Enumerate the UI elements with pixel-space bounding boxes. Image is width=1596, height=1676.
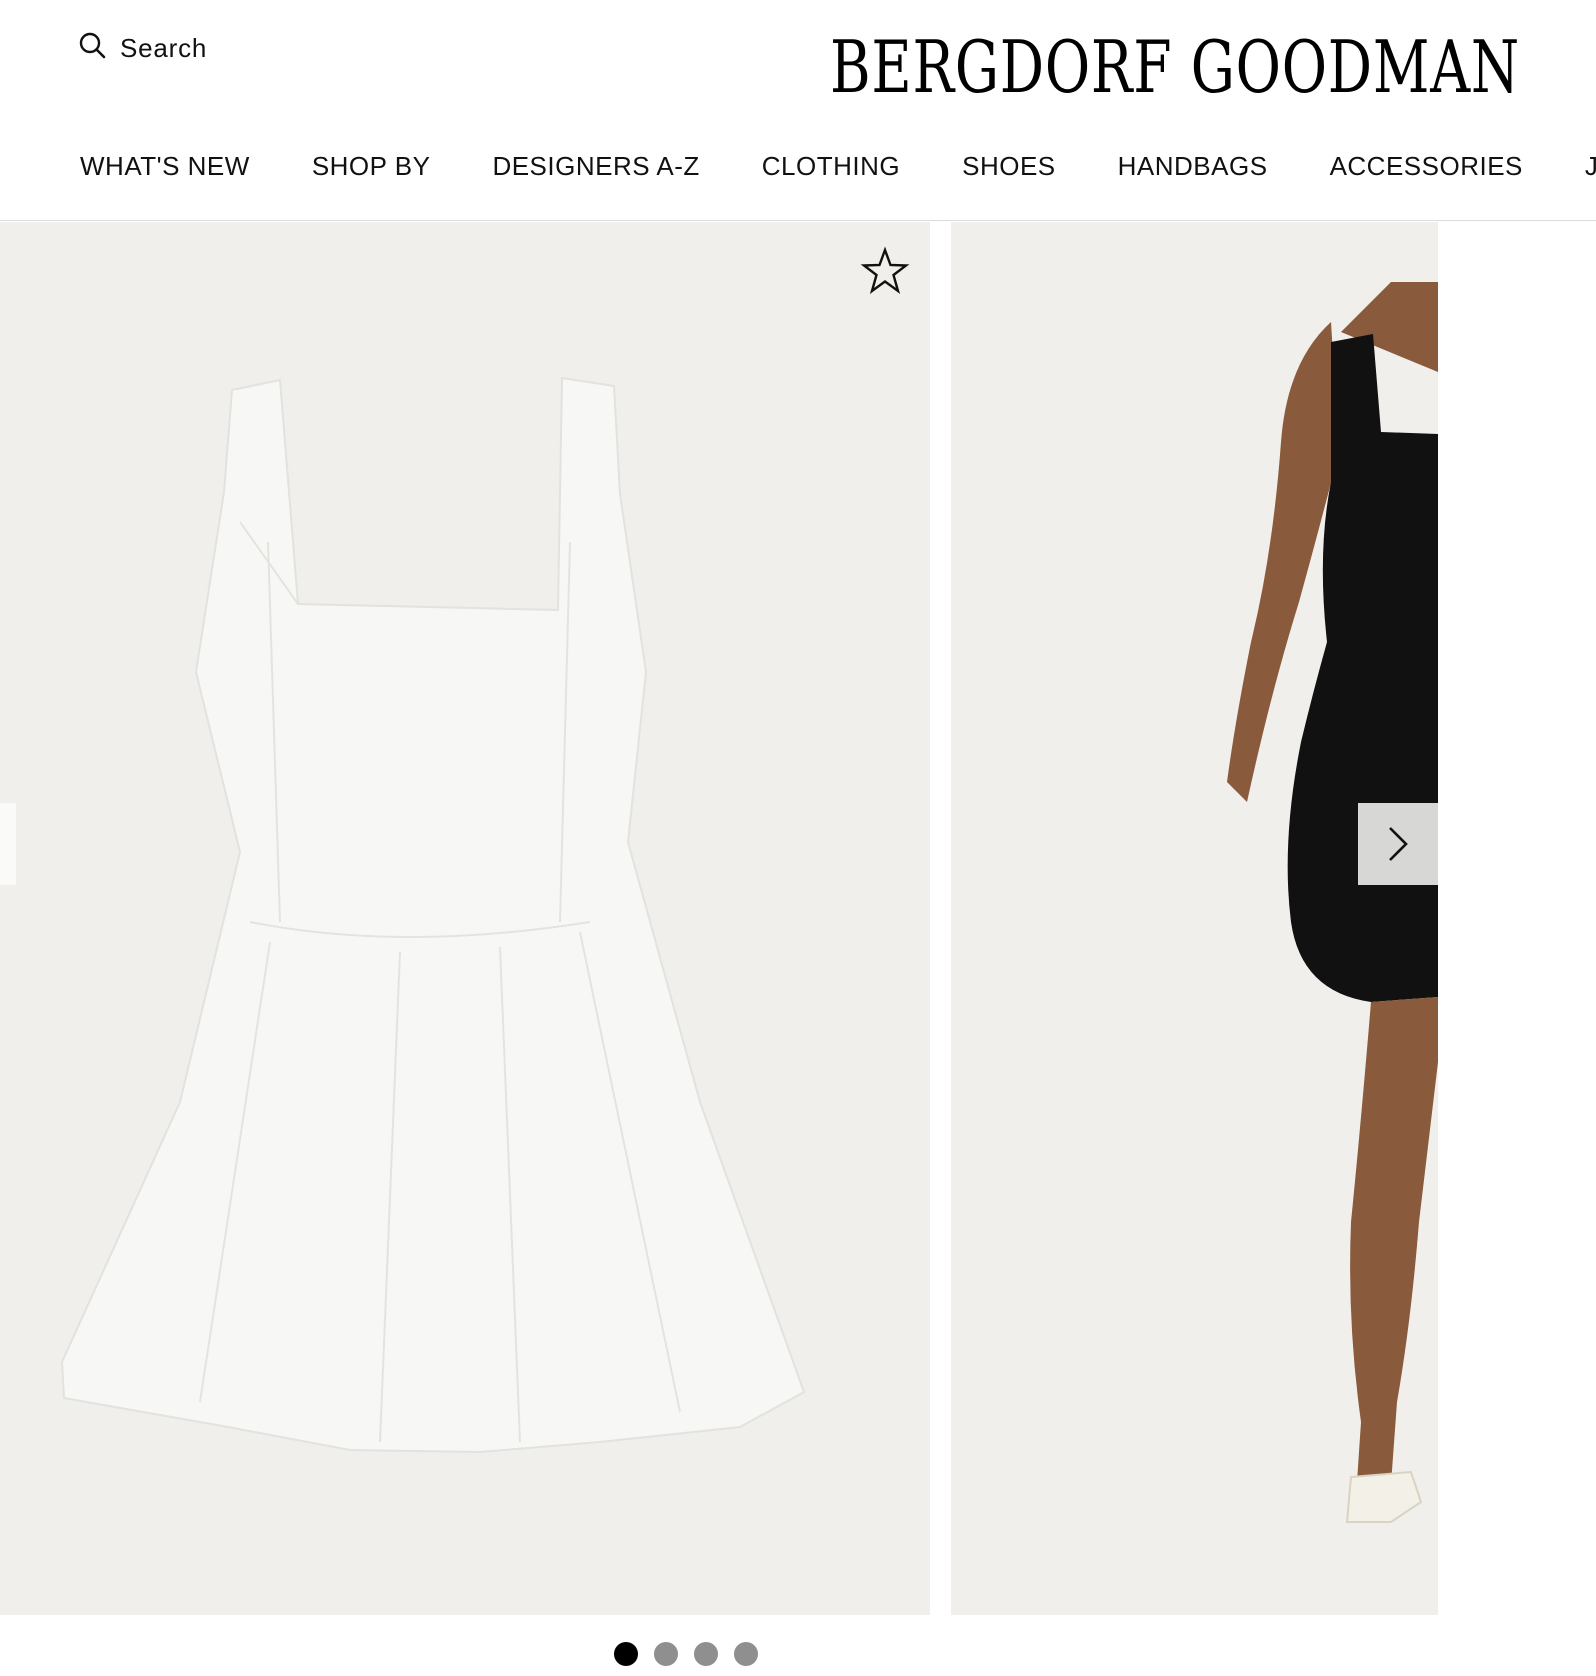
star-outline-icon xyxy=(860,246,910,295)
nav-item-accessories[interactable]: ACCESSORIES xyxy=(1330,151,1523,182)
carousel-pagination xyxy=(614,1642,758,1666)
nav-item-shoes[interactable]: SHOES xyxy=(962,151,1056,182)
brand-logo[interactable]: BERGDORF GOODMAN xyxy=(830,28,1520,102)
carousel-prev-button[interactable] xyxy=(0,803,16,885)
product-image-flat[interactable] xyxy=(0,222,930,1615)
carousel-next-button[interactable] xyxy=(1358,803,1438,885)
nav-item-designers-a-z[interactable]: DESIGNERS A-Z xyxy=(492,151,699,182)
carousel-dot-4[interactable] xyxy=(734,1642,758,1666)
favorite-button[interactable] xyxy=(860,246,910,296)
nav-item-jewelry[interactable]: JEWEL xyxy=(1585,151,1596,182)
search-label: Search xyxy=(120,32,208,63)
carousel-dot-3[interactable] xyxy=(694,1642,718,1666)
chevron-right-icon xyxy=(1389,827,1408,861)
search-icon xyxy=(78,31,108,66)
product-image-model[interactable] xyxy=(951,222,1438,1615)
black-dress-model-illustration xyxy=(1227,282,1438,1523)
nav-item-shop-by[interactable]: SHOP BY xyxy=(312,151,431,182)
main-navigation: WHAT'S NEW SHOP BY DESIGNERS A-Z CLOTHIN… xyxy=(0,140,1596,192)
brand-logo-text: BERGDORF GOODMAN xyxy=(830,28,1520,102)
search-trigger[interactable]: Search xyxy=(78,30,207,66)
nav-item-whats-new[interactable]: WHAT'S NEW xyxy=(80,151,250,182)
nav-item-handbags[interactable]: HANDBAGS xyxy=(1118,151,1268,182)
carousel-dot-1[interactable] xyxy=(614,1642,638,1666)
carousel-dot-2[interactable] xyxy=(654,1642,678,1666)
nav-item-clothing[interactable]: CLOTHING xyxy=(762,151,900,182)
header-divider xyxy=(0,220,1596,221)
white-dress-illustration xyxy=(60,376,806,1454)
